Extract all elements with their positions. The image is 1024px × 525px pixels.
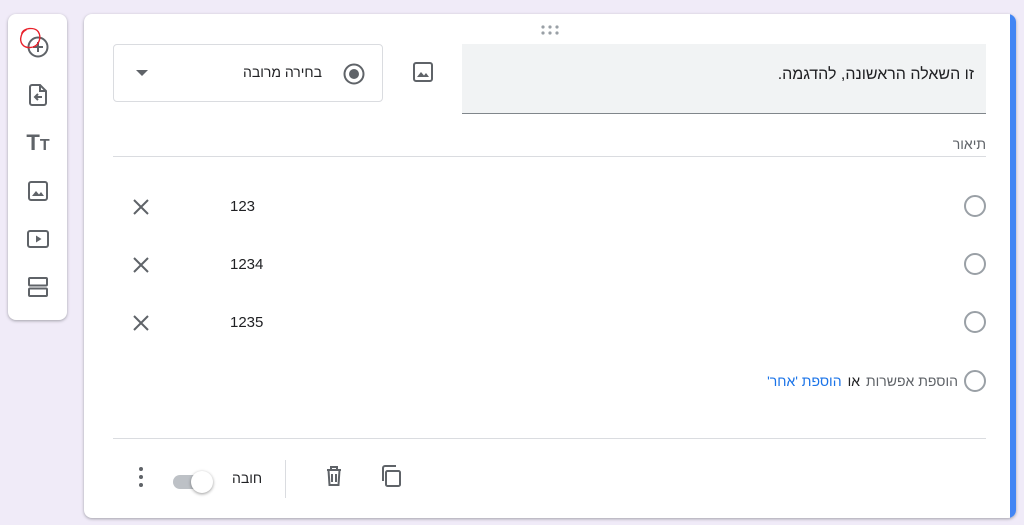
floating-toolbar: TT [8,14,67,320]
add-question-button[interactable] [20,27,51,60]
close-icon[interactable] [129,253,153,277]
add-video-button[interactable] [25,226,51,252]
copy-icon[interactable] [378,463,404,489]
option-row: 1234 [113,248,986,282]
option-label[interactable]: 123 [230,198,255,215]
add-section-button[interactable] [25,274,51,300]
add-image-button[interactable] [25,178,51,204]
question-title-text: זו השאלה הראשונה, להדגמה. [777,66,974,83]
question-type-select[interactable]: בחירה מרובה [113,44,383,102]
add-image-icon[interactable] [411,60,435,84]
delete-icon[interactable] [321,463,347,489]
option-row: 1235 [113,306,986,340]
add-other-link[interactable]: הוספת 'אחר' [767,373,841,389]
question-card[interactable]: זו השאלה הראשונה, להדגמה. בחירה מרובה תי… [84,14,1016,518]
option-label[interactable]: 1234 [230,256,263,273]
video-icon [27,230,49,248]
import-questions-icon [29,84,47,106]
footer-vertical-divider [285,460,286,498]
close-icon[interactable] [129,311,153,335]
description-underline [113,156,986,157]
title-text-icon: TT [26,130,50,155]
question-type-label: בחירה מרובה [242,64,322,80]
footer-divider [113,438,986,439]
more-vert-icon[interactable] [128,464,154,490]
description-placeholder[interactable]: תיאור [953,136,986,152]
option-label[interactable]: 1235 [230,314,263,331]
add-title-button[interactable]: TT [25,130,51,156]
add-option-row: הוספת אפשרות או הוספת 'אחר' [767,370,986,392]
radio-checked-icon [343,63,365,85]
active-accent-bar [1010,14,1016,518]
toggle-knob [191,471,213,493]
or-label: או [847,373,860,389]
close-icon[interactable] [129,195,153,219]
radio-unchecked-icon [964,311,986,333]
required-toggle[interactable] [171,470,215,493]
option-row: 123 [113,190,986,224]
dropdown-arrow-icon [136,70,148,76]
radio-unchecked-icon [964,253,986,275]
radio-unchecked-icon [964,195,986,217]
add-circle-icon [27,36,49,58]
image-icon [28,181,48,201]
required-label: חובה [232,470,263,486]
question-title-input[interactable]: זו השאלה הראשונה, להדגמה. [462,44,986,114]
add-option-link[interactable]: הוספת אפשרות [866,373,958,389]
drag-handle-icon[interactable] [540,24,560,36]
section-icon [28,277,48,297]
import-questions-button[interactable] [25,82,51,108]
radio-unchecked-icon [964,370,986,392]
